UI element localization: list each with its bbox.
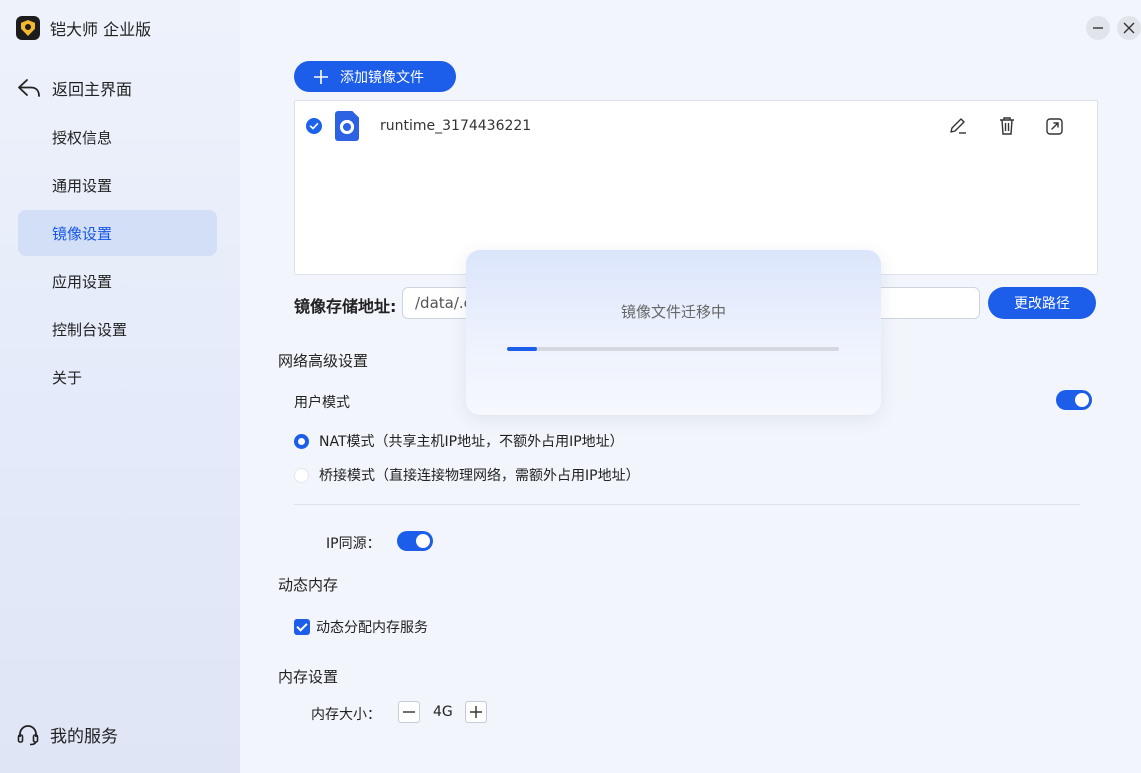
radio-unselected-icon xyxy=(294,467,309,483)
minimize-button[interactable] xyxy=(1086,16,1110,40)
nav-item-general[interactable]: 通用设置 xyxy=(18,162,217,208)
close-icon xyxy=(1123,22,1135,34)
user-mode-toggle[interactable] xyxy=(1056,390,1092,410)
my-service-label: 我的服务 xyxy=(50,727,118,747)
list-item[interactable]: runtime_3174436221 xyxy=(295,101,1097,153)
memory-increase-button[interactable] xyxy=(465,701,487,723)
plus-icon xyxy=(470,706,482,718)
trash-icon[interactable] xyxy=(996,115,1018,137)
nat-mode-radio[interactable]: NAT模式（共享主机IP地址，不额外占用IP地址） xyxy=(294,431,624,451)
nav-item-label: 关于 xyxy=(52,368,83,387)
bridge-mode-radio[interactable]: 桥接模式（直接连接物理网络，需额外占用IP地址） xyxy=(294,465,640,485)
brand: 铠大师 企业版 xyxy=(16,16,151,40)
close-button[interactable] xyxy=(1117,16,1141,40)
bridge-mode-label: 桥接模式（直接连接物理网络，需额外占用IP地址） xyxy=(319,468,640,484)
nav-item-label: 镜像设置 xyxy=(52,224,113,243)
image-file-list: runtime_3174436221 xyxy=(294,100,1098,275)
settings-nav: 授权信息 通用设置 镜像设置 应用设置 控制台设置 关于 xyxy=(18,114,217,402)
memory-size-label: 内存大小： xyxy=(311,707,381,723)
migration-message: 镜像文件迁移中 xyxy=(620,303,726,321)
user-mode-label: 用户模式 xyxy=(294,395,350,411)
nav-item-label: 应用设置 xyxy=(52,272,113,291)
nav-item-about[interactable]: 关于 xyxy=(18,354,217,400)
back-to-main-button[interactable]: 返回主界面 xyxy=(16,76,132,100)
progress-fill xyxy=(507,347,537,351)
edit-icon[interactable] xyxy=(947,115,969,137)
minimize-icon xyxy=(1093,27,1103,29)
nav-item-license[interactable]: 授权信息 xyxy=(18,114,217,160)
add-image-label: 添加镜像文件 xyxy=(340,69,424,86)
headset-icon xyxy=(17,724,39,745)
nav-item-console-settings[interactable]: 控制台设置 xyxy=(18,306,217,352)
dynamic-memory-checkbox[interactable]: 动态分配内存服务 xyxy=(294,617,428,637)
memory-decrease-button[interactable] xyxy=(398,701,420,723)
nav-item-image-settings[interactable]: 镜像设置 xyxy=(18,210,217,256)
export-icon[interactable] xyxy=(1044,115,1066,137)
checkbox-checked-icon xyxy=(294,619,310,635)
my-service-button[interactable]: 我的服务 xyxy=(16,722,118,747)
back-label: 返回主界面 xyxy=(52,80,133,99)
ip-source-label: IP同源： xyxy=(326,536,381,552)
radio-selected-icon xyxy=(294,433,309,449)
memory-section-title: 内存设置 xyxy=(278,668,339,686)
checked-icon[interactable] xyxy=(306,118,322,134)
migration-progress-bar xyxy=(507,347,839,351)
nat-mode-label: NAT模式（共享主机IP地址，不额外占用IP地址） xyxy=(319,434,624,450)
dynamic-memory-title: 动态内存 xyxy=(278,576,339,594)
image-file-icon xyxy=(335,111,359,141)
storage-path-label: 镜像存储地址: xyxy=(294,297,397,316)
divider xyxy=(294,504,1080,505)
add-image-button[interactable]: 添加镜像文件 xyxy=(294,61,456,92)
ip-source-toggle[interactable] xyxy=(397,531,433,551)
nav-item-app-settings[interactable]: 应用设置 xyxy=(18,258,217,304)
migration-progress-dialog: 镜像文件迁移中 xyxy=(466,250,881,415)
change-path-button[interactable]: 更改路径 xyxy=(988,287,1096,319)
file-name: runtime_3174436221 xyxy=(380,118,532,134)
nav-item-label: 授权信息 xyxy=(52,128,113,147)
sidebar: 铠大师 企业版 返回主界面 授权信息 通用设置 镜像设置 应用设置 控制台设置 … xyxy=(0,0,240,773)
app-title: 铠大师 企业版 xyxy=(50,20,152,39)
minus-icon xyxy=(403,711,415,713)
storage-path-value: /data/.c xyxy=(415,294,472,312)
back-arrow-icon xyxy=(18,79,40,97)
dynamic-memory-label: 动态分配内存服务 xyxy=(316,620,428,636)
network-section-title: 网络高级设置 xyxy=(278,352,369,370)
nav-item-label: 控制台设置 xyxy=(52,320,128,339)
memory-size-value: 4G xyxy=(433,704,453,720)
app-logo-icon xyxy=(16,16,40,40)
plus-icon xyxy=(314,69,328,84)
nav-item-label: 通用设置 xyxy=(52,176,113,195)
